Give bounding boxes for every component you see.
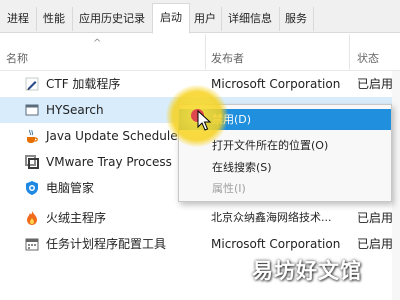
row-name: VMware Tray Process — [46, 155, 172, 169]
vmware-icon — [25, 155, 39, 169]
table-row[interactable]: 火绒主程序 北京众纳鑫海网络技术... 已启用 — [0, 205, 400, 231]
tab-processes[interactable]: 进程 — [0, 7, 37, 31]
row-publisher: Microsoft Corporation — [211, 77, 341, 91]
java-icon — [27, 129, 38, 143]
tab-services[interactable]: 服务 — [279, 7, 314, 31]
mouse-cursor-icon — [197, 110, 211, 131]
column-header-name[interactable]: 名称 — [6, 50, 28, 70]
column-header-publisher[interactable]: 发布者 — [211, 50, 244, 70]
row-name: 任务计划程序配置工具 — [46, 237, 167, 251]
flame-icon — [27, 211, 37, 225]
column-divider[interactable] — [205, 34, 206, 70]
watermark: 易坊好文馆 — [252, 259, 362, 283]
tab-bar: 进程 性能 应用历史记录 启动 用户 详细信息 服务 — [0, 0, 400, 34]
pen-icon — [25, 77, 39, 91]
row-status: 已启用 — [357, 77, 394, 91]
menu-item-properties[interactable]: 属性(I) — [179, 178, 391, 199]
calendar-icon — [25, 238, 39, 251]
column-header-status[interactable]: 状态 — [357, 50, 379, 70]
tab-app-history[interactable]: 应用历史记录 — [72, 7, 153, 31]
shield-icon — [26, 181, 38, 195]
tab-startup[interactable]: 启动 — [152, 3, 190, 34]
tab-details[interactable]: 详细信息 — [221, 7, 280, 31]
tab-performance[interactable]: 性能 — [36, 7, 73, 31]
table-row[interactable]: 任务计划程序配置工具 Microsoft Corporation 已启用 — [0, 231, 400, 257]
row-publisher: 北京众纳鑫海网络技术... — [211, 211, 332, 224]
row-name: Java Update Scheduler — [46, 129, 183, 143]
row-status: 已启用 — [357, 211, 394, 225]
row-name: CTF 加载程序 — [46, 77, 121, 91]
row-name: 火绒主程序 — [46, 211, 107, 225]
scrollbar[interactable] — [392, 71, 400, 300]
tab-users[interactable]: 用户 — [189, 7, 222, 31]
sort-ascending-icon: ^ — [93, 38, 102, 49]
row-name: 电脑管家 — [46, 181, 95, 195]
row-publisher: Microsoft Corporation — [211, 237, 341, 251]
window-icon — [25, 104, 39, 116]
row-status: 已启用 — [357, 237, 394, 251]
column-divider[interactable] — [349, 34, 350, 70]
menu-item-search-online[interactable]: 在线搜索(S) — [179, 157, 391, 178]
row-name: HYSearch — [46, 103, 104, 117]
